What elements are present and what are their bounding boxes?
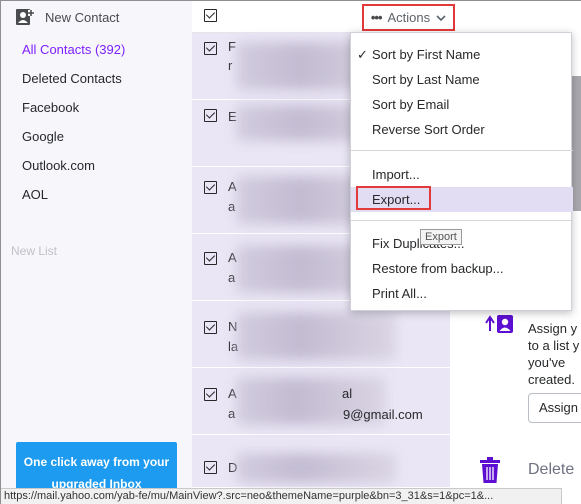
contact-email: r [228,58,233,73]
contact-name-tail: al [342,386,353,401]
assign-text-line: created. [528,372,575,387]
row-checkbox[interactable] [204,42,217,55]
menu-item-import[interactable]: Import... [351,162,573,187]
contact-email: a [228,270,236,285]
table-row[interactable]: D [192,447,450,488]
row-checkbox[interactable] [204,181,217,194]
sidebar-item-deleted-contacts[interactable]: Deleted Contacts [22,69,125,98]
contact-email: a [228,406,236,421]
sidebar-item-all-contacts[interactable]: All Contacts (392) [22,40,125,69]
actions-label: Actions [387,10,431,25]
blurred-contact-info [236,453,396,483]
row-checkbox[interactable] [204,109,217,122]
table-row[interactable]: A a al 9@gmail.com [192,369,450,435]
checkmark-icon: ✓ [357,47,368,62]
export-highlight-box [356,186,431,210]
menu-item-restore-backup[interactable]: Restore from backup... [351,256,573,281]
menu-item-reverse-sort[interactable]: Reverse Sort Order [351,117,573,142]
promo-line-1: One click away from your [23,455,170,469]
sidebar-item-outlook[interactable]: Outlook.com [22,156,125,185]
delete-label[interactable]: Delete [528,461,574,479]
actions-menu: ✓ Sort by First Name Sort by Last Name S… [350,32,573,311]
menu-item-sort-last-name[interactable]: Sort by Last Name [351,67,573,92]
menu-divider [351,220,573,221]
row-checkbox[interactable] [204,461,217,474]
actions-button[interactable]: ••• Actions [362,4,455,31]
assign-button[interactable]: Assign [528,393,581,423]
menu-item-sort-first-name[interactable]: ✓ Sort by First Name [351,42,573,67]
menu-item-fix-duplicates[interactable]: Fix Duplicates... [351,231,573,256]
more-dots-icon: ••• [370,10,383,25]
sidebar: New Contact All Contacts (392) Deleted C… [1,1,192,504]
row-checkbox[interactable] [204,321,217,334]
assign-text-line: Assign y [528,321,578,336]
assign-text-line: you've [528,355,566,370]
menu-item-label: Sort by First Name [372,47,481,62]
add-contact-icon [15,8,35,26]
new-list-input[interactable]: New List [11,244,57,258]
menu-item-sort-email[interactable]: Sort by Email [351,92,573,117]
new-contact-button[interactable]: New Contact [15,6,119,28]
assign-description: Assign y to a list y you've created. [528,320,579,388]
assign-text-line: to a list y [528,338,580,353]
sidebar-item-facebook[interactable]: Facebook [22,98,125,127]
row-checkbox[interactable] [204,252,217,265]
new-contact-label: New Contact [45,9,120,25]
trash-icon[interactable] [478,457,502,483]
contact-email: a [228,199,236,214]
assign-list-icon [483,313,513,337]
menu-item-print-all[interactable]: Print All... [351,281,573,306]
table-row[interactable]: N la [192,302,450,368]
contact-name: F [228,39,236,54]
status-bar-url: https://mail.yahoo.com/yab-fe/mu/MainVie… [1,488,562,504]
upgrade-promo-banner[interactable]: One click away from your upgraded Inbox [16,442,177,492]
export-tooltip: Export [420,229,462,245]
row-checkbox[interactable] [204,388,217,401]
sidebar-item-aol[interactable]: AOL [22,185,125,214]
blurred-contact-info [236,312,396,360]
contact-email-tail: 9@gmail.com [343,407,423,422]
chevron-down-icon [436,10,446,25]
contact-folders-nav: All Contacts (392) Deleted Contacts Face… [22,40,125,214]
select-all-checkbox[interactable] [204,9,217,22]
sidebar-item-google[interactable]: Google [22,127,125,156]
menu-divider [351,150,573,151]
